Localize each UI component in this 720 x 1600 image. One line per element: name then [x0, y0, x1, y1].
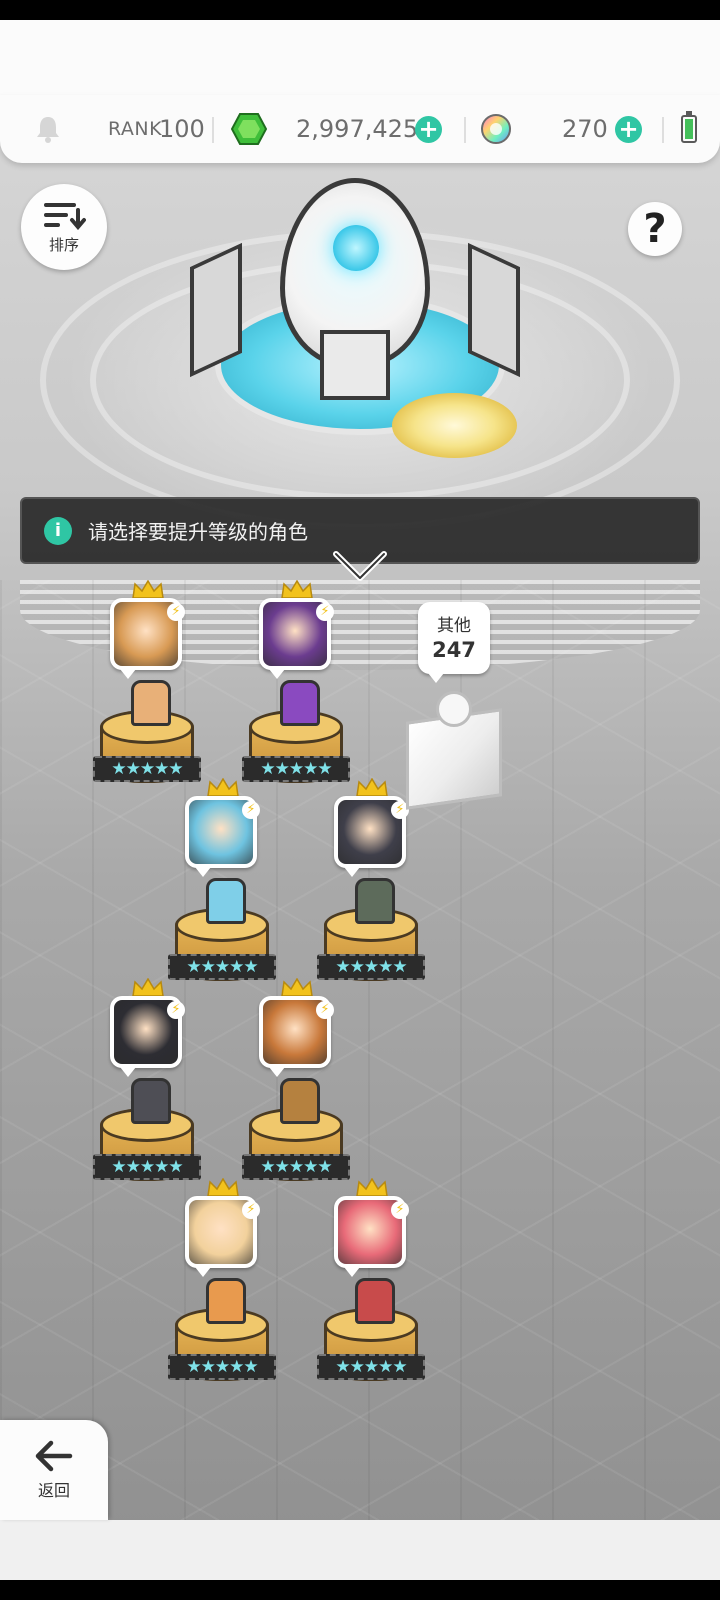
hero-card[interactable]: ⚡ ★★★★★: [93, 978, 207, 1198]
star-rating: ★★★★★: [317, 1354, 425, 1380]
back-arrow-icon: [35, 1440, 73, 1472]
star-rating: ★★★★★: [242, 1154, 350, 1180]
divider: [212, 117, 214, 143]
star-rating: ★★★★★: [168, 954, 276, 980]
bottom-strip: [0, 1520, 720, 1580]
orb-count: 270: [562, 115, 608, 143]
status-bar: [0, 0, 720, 20]
hero-card[interactable]: ⚡ ★★★★★: [317, 1178, 431, 1398]
egg-stand: [320, 330, 390, 400]
stars-text: ★★★★★: [111, 759, 183, 779]
placeholder-character: [436, 691, 472, 727]
lightning-icon: ⚡: [167, 603, 185, 621]
other-characters-bubble[interactable]: 其他 247: [418, 602, 490, 683]
bell-icon[interactable]: [34, 95, 62, 163]
add-orbs-button[interactable]: +: [615, 116, 642, 143]
star-rating: ★★★★★: [317, 954, 425, 980]
hero-card[interactable]: ⚡ ★★★★★: [242, 978, 356, 1198]
other-count: 247: [432, 638, 476, 662]
hero-sprite: [280, 680, 320, 726]
hero-card[interactable]: ⚡ ★★★★★: [168, 1178, 282, 1398]
hint-text: 请选择要提升等级的角色: [88, 520, 308, 544]
crown-icon: [356, 1178, 388, 1197]
resource-bar: RANK 100 2,997,425 + 270 +: [0, 95, 720, 163]
sort-button[interactable]: 排序: [21, 184, 107, 270]
hero-card[interactable]: ⚡ ★★★★★: [168, 778, 282, 998]
hero-sprite: [206, 878, 246, 924]
lightning-icon: ⚡: [167, 1001, 185, 1019]
hero-card[interactable]: ⚡ ★★★★★: [93, 580, 207, 800]
crown-icon: [132, 580, 164, 599]
star-rating: ★★★★★: [168, 1354, 276, 1380]
gear-emblem: [392, 393, 517, 458]
crown-icon: [281, 580, 313, 599]
orb-icon: [480, 95, 512, 163]
stars-text: ★★★★★: [186, 1357, 258, 1377]
stars-text: ★★★★★: [186, 957, 258, 977]
crown-icon: [356, 778, 388, 797]
rank-label: RANK: [108, 118, 163, 140]
divider: [662, 117, 664, 143]
hero-sprite: [355, 1278, 395, 1324]
chevron-down-icon[interactable]: [332, 550, 388, 584]
egg-core: [333, 225, 379, 271]
add-gems-button[interactable]: +: [415, 116, 442, 143]
battery-icon: [681, 111, 697, 143]
divider: [464, 117, 466, 143]
stars-text: ★★★★★: [335, 957, 407, 977]
lightning-icon: ⚡: [316, 1001, 334, 1019]
hero-card[interactable]: ⚡ ★★★★★: [242, 580, 356, 800]
crown-icon: [281, 978, 313, 997]
info-icon: i: [44, 516, 72, 545]
lightning-icon: ⚡: [242, 801, 260, 819]
help-button[interactable]: ?: [628, 202, 682, 256]
crown-icon: [207, 778, 239, 797]
lightning-icon: ⚡: [316, 603, 334, 621]
hero-sprite: [131, 1078, 171, 1124]
back-button[interactable]: 返回: [0, 1420, 108, 1520]
hero-sprite: [280, 1078, 320, 1124]
sort-icon: [44, 202, 86, 230]
star-rating: ★★★★★: [93, 1154, 201, 1180]
crown-icon: [132, 978, 164, 997]
back-label: 返回: [37, 1481, 70, 1500]
gem-count: 2,997,425: [296, 115, 419, 143]
other-label: 其他: [437, 616, 471, 636]
lightning-icon: ⚡: [242, 1201, 260, 1219]
hero-sprite: [131, 680, 171, 726]
lightning-icon: ⚡: [391, 1201, 409, 1219]
hero-sprite: [206, 1278, 246, 1324]
crown-icon: [207, 1178, 239, 1197]
hero-card[interactable]: ⚡ ★★★★★: [317, 778, 431, 998]
rank-value: 100: [159, 115, 205, 143]
gem-icon: [231, 95, 267, 163]
nav-bar: [0, 1580, 720, 1600]
stars-text: ★★★★★: [335, 1357, 407, 1377]
stars-text: ★★★★★: [260, 759, 332, 779]
stars-text: ★★★★★: [260, 1157, 332, 1177]
hero-sprite: [355, 878, 395, 924]
sort-label: 排序: [48, 235, 79, 254]
top-area: [0, 20, 720, 100]
stars-text: ★★★★★: [111, 1157, 183, 1177]
